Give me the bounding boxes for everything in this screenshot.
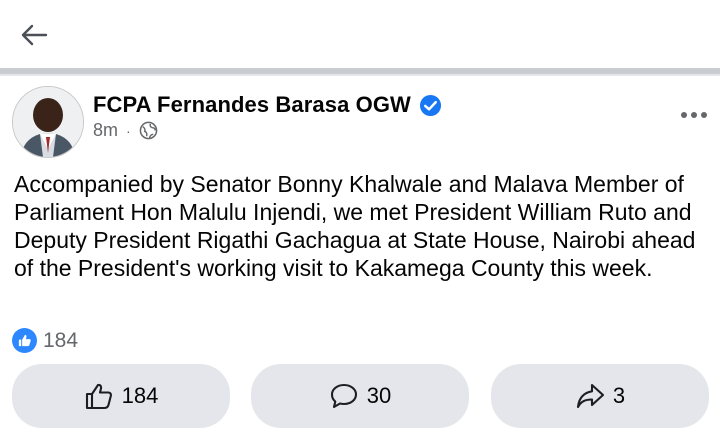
header-divider-shadow — [0, 74, 720, 76]
more-horizontal-icon — [680, 111, 708, 119]
share-arrow-icon — [575, 382, 605, 410]
top-bar — [0, 0, 720, 68]
post-text: Accompanied by Senator Bonny Khalwale an… — [14, 171, 696, 281]
reactions-summary[interactable]: 184 — [12, 328, 78, 353]
share-count: 3 — [612, 383, 626, 408]
like-button[interactable]: 184 — [12, 364, 230, 428]
comment-icon — [329, 382, 359, 410]
comment-count: 30 — [366, 383, 392, 408]
share-button[interactable]: 3 — [491, 364, 709, 428]
back-button[interactable] — [14, 18, 54, 52]
reactions-count: 184 — [43, 328, 79, 352]
more-options-button[interactable] — [676, 102, 712, 128]
author-name[interactable]: FCPA Fernandes Barasa OGW — [93, 92, 442, 118]
thumbs-up-outline-icon — [84, 382, 114, 410]
thumbs-up-icon — [12, 328, 37, 353]
author-name-text: FCPA Fernandes Barasa OGW — [93, 92, 411, 117]
comment-button[interactable]: 30 — [251, 364, 469, 428]
meta-separator: · — [126, 122, 131, 139]
like-count: 184 — [121, 383, 159, 408]
verified-badge-icon — [419, 94, 442, 117]
post-timestamp[interactable]: 8m — [93, 120, 118, 141]
avatar[interactable] — [12, 86, 84, 158]
post-meta: 8m · — [93, 120, 158, 141]
globe-icon — [139, 121, 158, 140]
back-arrow-icon — [20, 23, 48, 47]
